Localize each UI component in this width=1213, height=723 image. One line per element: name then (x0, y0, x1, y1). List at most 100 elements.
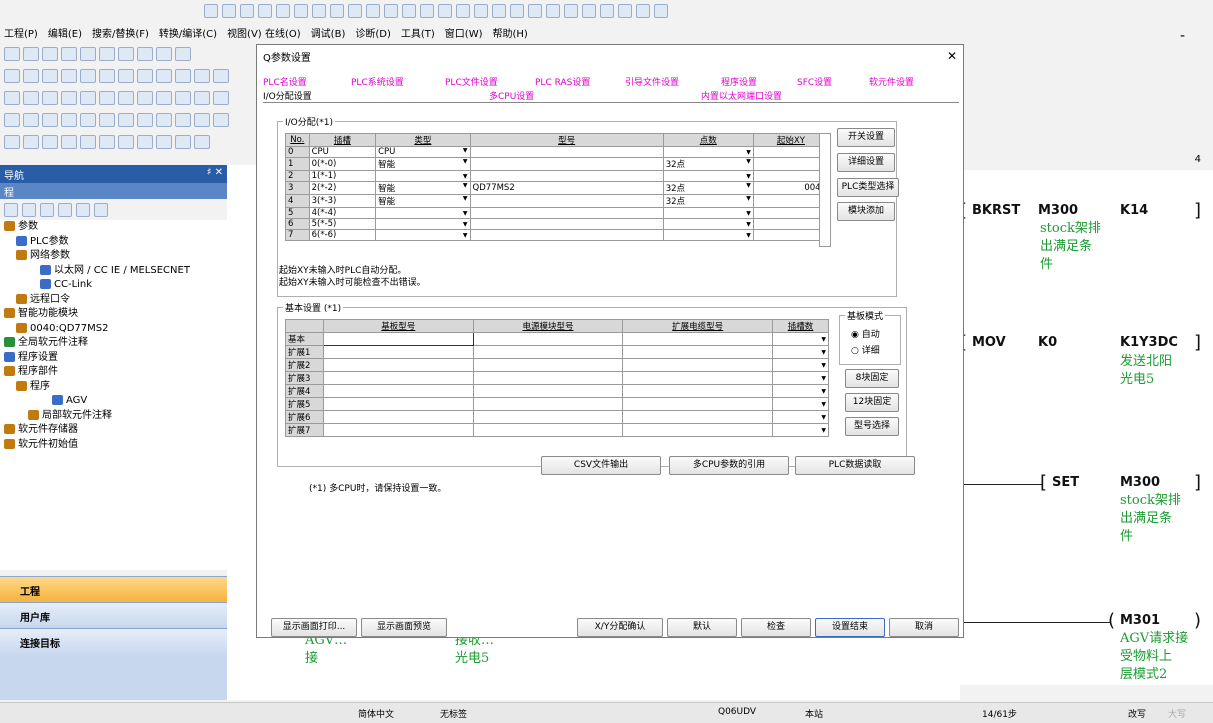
dropdown-arrow-icon[interactable]: ▼ (463, 158, 468, 165)
instruction-bkrst[interactable]: BKRST (972, 203, 1020, 218)
io-cell[interactable] (469, 218, 664, 230)
nav-tool-icon[interactable] (4, 203, 18, 217)
tab-plc-name[interactable]: PLC名设置 (263, 75, 307, 88)
menu-find[interactable]: 搜索/替换(F) (92, 25, 149, 40)
print-screen-button[interactable]: 显示画面打印... (271, 618, 357, 637)
io-table-scrollbar[interactable] (819, 133, 831, 247)
coil-icon[interactable] (175, 69, 191, 83)
nav-tool-icon[interactable] (22, 203, 36, 217)
coil-icon[interactable] (420, 4, 434, 18)
device-icon[interactable] (618, 4, 632, 18)
line-icon[interactable] (61, 135, 77, 149)
nav-tool-icon[interactable] (76, 203, 90, 217)
operand-m300[interactable]: M300 (1038, 203, 1078, 218)
copy-icon[interactable] (222, 4, 236, 18)
base-cell[interactable] (472, 345, 624, 359)
plc-type-select-button[interactable]: PLC类型选择 (837, 178, 899, 197)
io-cell[interactable]: CPU ▼ (375, 146, 471, 158)
tab-multi-cpu[interactable]: 多CPU设置 (489, 89, 534, 102)
close-icon[interactable]: ✕ (947, 49, 957, 63)
line-icon[interactable] (175, 113, 191, 127)
base-cell[interactable] (622, 371, 774, 385)
tab-program[interactable]: 程序设置 (721, 75, 757, 88)
menu-edit[interactable]: 编辑(E) (48, 25, 82, 40)
menu-convert[interactable]: 转换/编译(C) (159, 25, 217, 40)
dropdown-arrow-icon[interactable]: ▼ (821, 414, 826, 421)
base-mode-detail[interactable]: ○ 详细 (851, 343, 880, 356)
dropdown-arrow-icon[interactable]: ▼ (746, 149, 751, 156)
line-icon[interactable] (213, 91, 229, 105)
base-cell[interactable] (472, 397, 624, 411)
nav-tool-icon[interactable] (40, 203, 54, 217)
base-cell[interactable] (472, 384, 624, 398)
plc-data-read-button[interactable]: PLC数据读取 (795, 456, 915, 475)
base-mode-auto[interactable]: ◉ 自动 (851, 327, 880, 340)
instruction-set[interactable]: SET (1052, 475, 1079, 490)
io-cell[interactable] (752, 157, 830, 171)
dropdown-arrow-icon[interactable]: ▼ (746, 173, 751, 180)
dropdown-arrow-icon[interactable]: ▼ (746, 195, 751, 202)
dropdown-arrow-icon[interactable]: ▼ (821, 401, 826, 408)
tab-builtin-ethernet[interactable]: 内置以太网端口设置 (701, 89, 782, 102)
multi-cpu-ref-button[interactable]: 多CPU参数的引用 (669, 456, 789, 475)
io-cell[interactable]: QD77MS2 (469, 181, 664, 195)
base-cell[interactable] (622, 410, 774, 424)
nav-tool-icon[interactable] (58, 203, 72, 217)
read-icon[interactable] (510, 4, 524, 18)
dropdown-arrow-icon[interactable]: ▼ (463, 182, 468, 189)
window-icon[interactable] (42, 47, 58, 61)
coil-icon[interactable] (156, 69, 172, 83)
io-cell[interactable]: ▼ (662, 146, 754, 158)
dropdown-arrow-icon[interactable]: ▼ (463, 173, 468, 180)
line-icon[interactable] (4, 113, 20, 127)
base-cell[interactable] (622, 423, 774, 437)
dropdown-arrow-icon[interactable]: ▼ (463, 147, 468, 154)
tab-boot-file[interactable]: 引导文件设置 (625, 75, 679, 88)
device-icon[interactable] (600, 4, 614, 18)
io-cell[interactable]: ▼ (375, 229, 471, 241)
line-icon[interactable] (80, 135, 96, 149)
device-icon[interactable] (582, 4, 596, 18)
menu-debug[interactable]: 调试(B) (311, 25, 346, 40)
detail-setting-button[interactable]: 详细设置 (837, 153, 895, 172)
tree-item[interactable]: 智能功能模块 (0, 307, 227, 322)
find-icon[interactable] (528, 4, 542, 18)
device-icon[interactable] (118, 47, 134, 61)
contact-icon[interactable] (80, 69, 96, 83)
monitor-icon[interactable] (438, 4, 452, 18)
io-cell[interactable]: 0040 (752, 181, 830, 195)
line-icon[interactable] (99, 135, 115, 149)
nav-pin-close[interactable]: ♯ ✕ (207, 167, 223, 181)
find-icon[interactable] (175, 47, 191, 61)
dropdown-arrow-icon[interactable]: ▼ (746, 210, 751, 217)
base-cell[interactable]: ▼ (772, 410, 829, 424)
io-cell[interactable]: ▼ (375, 218, 471, 230)
line-icon[interactable] (118, 91, 134, 105)
dropdown-arrow-icon[interactable]: ▼ (821, 388, 826, 395)
io-cell[interactable]: ▼ (662, 207, 754, 219)
base-cell[interactable]: ▼ (772, 332, 829, 346)
project-icon[interactable] (4, 47, 20, 61)
io-cell[interactable]: 5(*-5) (308, 218, 377, 230)
io-cell[interactable] (752, 194, 830, 208)
param-icon[interactable] (99, 47, 115, 61)
contact-icon[interactable] (4, 69, 20, 83)
tree-item[interactable]: 以太网 / CC IE / MELSECNET (0, 264, 227, 279)
line-icon[interactable] (42, 113, 58, 127)
base-cell[interactable]: ▼ (772, 397, 829, 411)
base-cell[interactable] (322, 397, 474, 411)
line-icon[interactable] (42, 91, 58, 105)
io-cell[interactable] (752, 146, 830, 158)
dropdown-arrow-icon[interactable]: ▼ (746, 232, 751, 239)
line-icon[interactable] (23, 135, 39, 149)
undo-icon[interactable] (258, 4, 272, 18)
base-cell[interactable]: ▼ (772, 345, 829, 359)
coil-icon[interactable] (213, 69, 229, 83)
io-cell[interactable]: 3(*-3) (308, 194, 377, 208)
contact-icon[interactable] (366, 4, 380, 18)
tree-item[interactable]: 远程口令 (0, 293, 227, 308)
base-cell[interactable]: ▼ (772, 384, 829, 398)
switch-setting-button[interactable]: 开关设置 (837, 128, 895, 147)
menu-window[interactable]: 窗口(W) (445, 25, 483, 40)
dropdown-arrow-icon[interactable]: ▼ (821, 349, 826, 356)
